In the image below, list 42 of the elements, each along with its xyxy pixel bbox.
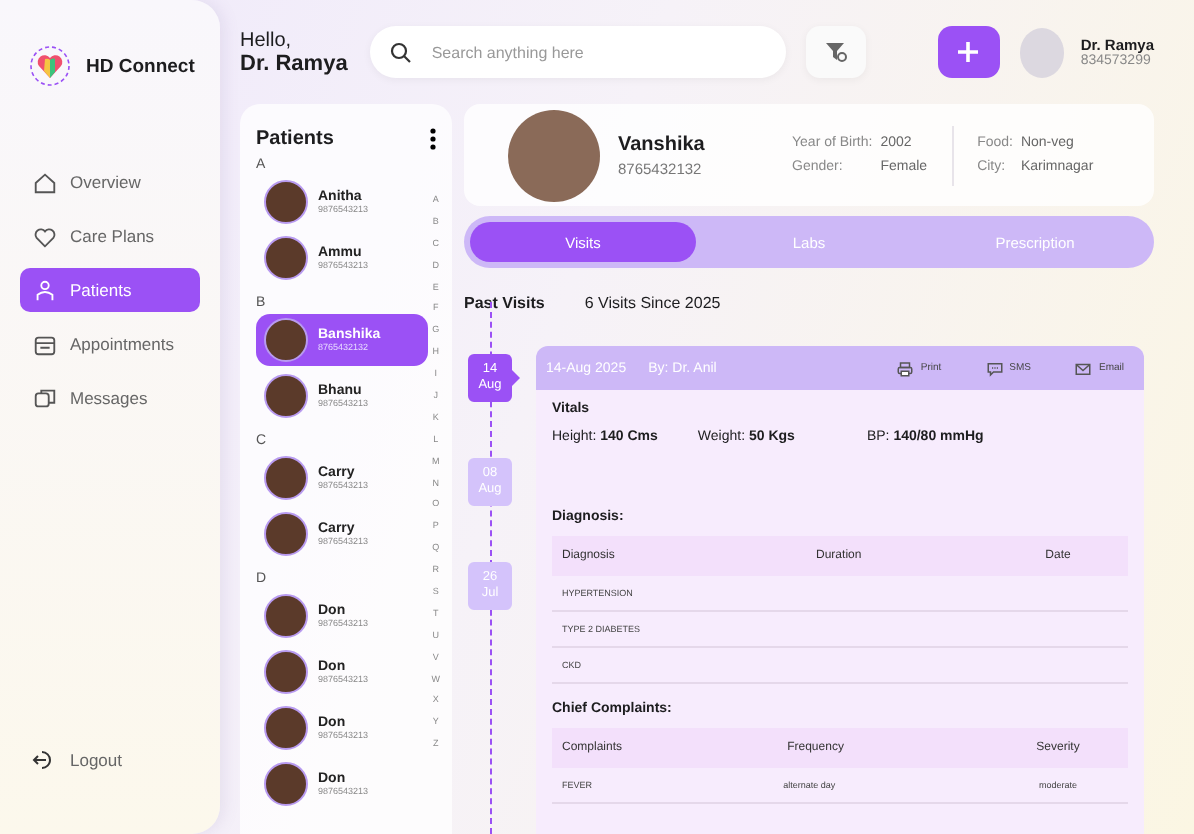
avatar xyxy=(264,650,308,694)
profile-avatar xyxy=(1020,27,1065,77)
avatar xyxy=(264,236,308,280)
search-field[interactable]: Search anything here xyxy=(369,26,786,78)
avatar xyxy=(264,512,308,556)
filter-settings-button[interactable] xyxy=(805,26,866,78)
chat-icon xyxy=(32,385,58,411)
filter-icon xyxy=(823,40,848,64)
nav-item[interactable]: Overview xyxy=(20,160,200,204)
patient-name: Vanshika xyxy=(618,133,707,155)
user-name: Dr. Ramya xyxy=(240,51,350,75)
calendar-icon xyxy=(32,331,58,357)
logout-icon xyxy=(32,748,56,772)
chat-bubble-icon xyxy=(985,359,1004,377)
photo-placeholder xyxy=(508,109,600,201)
nav-item[interactable]: Patients xyxy=(20,268,200,312)
home-icon xyxy=(32,169,58,195)
nav-item[interactable]: Appointments xyxy=(20,322,200,366)
avatar xyxy=(264,762,308,806)
person-icon xyxy=(32,277,58,303)
visit-count: 6 Visits Since 2025 xyxy=(584,294,721,312)
envelope-icon xyxy=(1074,359,1093,377)
avatar xyxy=(264,318,308,362)
avatar xyxy=(264,180,308,224)
panel-title: Patients xyxy=(256,128,334,150)
search-icon xyxy=(389,41,412,63)
printer-icon xyxy=(896,359,915,377)
greeting-text: Hello, xyxy=(240,29,294,51)
avatar xyxy=(264,374,308,418)
avatar xyxy=(264,456,308,500)
avatar xyxy=(264,594,308,638)
section-title: Past Visits xyxy=(464,294,545,312)
heart-icon xyxy=(32,223,58,249)
avatar xyxy=(264,706,308,750)
logout-button[interactable]: Logout xyxy=(20,738,200,782)
plus-icon xyxy=(956,40,981,64)
more-options-icon[interactable] xyxy=(430,128,436,150)
add-button[interactable] xyxy=(937,26,1001,78)
heart-logo-icon xyxy=(28,44,72,88)
nav-item[interactable]: Messages xyxy=(20,376,200,420)
nav-item[interactable]: Care Plans xyxy=(20,214,200,258)
app-name: HD Connect xyxy=(86,55,195,77)
